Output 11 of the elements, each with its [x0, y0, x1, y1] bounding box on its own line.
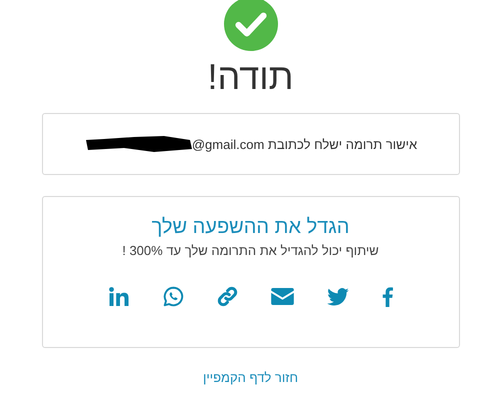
envelope-icon[interactable]: [270, 288, 294, 305]
share-subtitle: שיתוף יכול להגדיל את התרומה שלך עד 300% !: [122, 243, 379, 258]
link-icon[interactable]: [216, 286, 238, 307]
bird-icon[interactable]: [326, 288, 348, 306]
back-to-campaign-link[interactable]: חזור לדף הקמפיין: [203, 370, 298, 385]
checkmark-icon: [224, 0, 278, 51]
linkedin-icon[interactable]: [108, 287, 130, 306]
thank-you-title: תודה!: [208, 55, 294, 99]
facebook-icon[interactable]: [382, 286, 392, 306]
share-heading: הגדל את ההשפעה שלך: [152, 216, 350, 239]
chat-phone-icon[interactable]: [162, 286, 184, 307]
